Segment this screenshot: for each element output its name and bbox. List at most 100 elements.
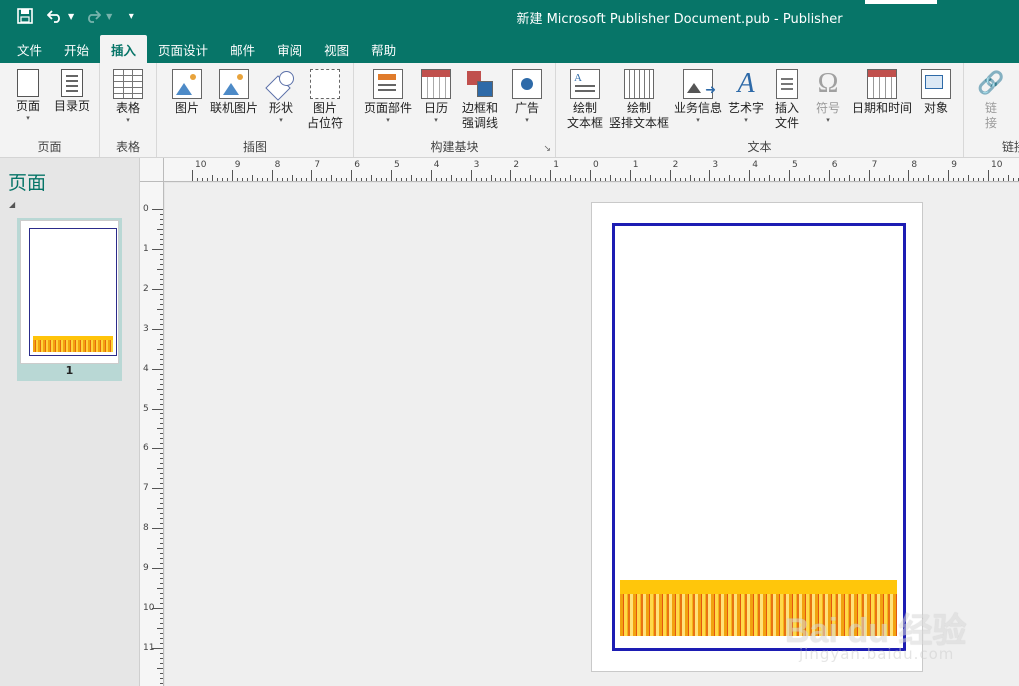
ruler-h-tick bbox=[570, 175, 572, 181]
tab-mailings[interactable]: 邮件 bbox=[219, 35, 266, 63]
page-thumbnail[interactable]: 1 bbox=[17, 218, 122, 381]
ruler-h-tick bbox=[266, 178, 268, 181]
table-button[interactable]: 表格 ▾ bbox=[110, 69, 146, 125]
page-button[interactable]: 页面 ▾ bbox=[10, 69, 46, 123]
ruler-h-label: 6 bbox=[354, 160, 360, 170]
ruler-h-tick bbox=[470, 170, 472, 181]
vertical-ruler[interactable]: 0 1 2 3 4 5 6 7 8 9 10 11 bbox=[140, 182, 164, 686]
ruler-v-label: 0 bbox=[143, 204, 149, 214]
building-blocks-launcher-icon[interactable]: ↘ bbox=[543, 144, 551, 154]
tab-insert[interactable]: 插入 bbox=[100, 35, 148, 63]
ruler-h-label: 9 bbox=[234, 160, 241, 170]
ruler-h-tick bbox=[774, 178, 776, 181]
calendar-button[interactable]: 日历 ▾ bbox=[418, 69, 454, 125]
ruler-h-tick bbox=[853, 178, 855, 181]
ruler-v-tick bbox=[160, 313, 163, 315]
borders-button[interactable]: 边框和 强调线 bbox=[456, 69, 504, 131]
ruler-v-tick bbox=[157, 268, 163, 270]
insert-file-icon bbox=[776, 69, 798, 99]
ruler-v-tick bbox=[152, 248, 163, 250]
ruler-v-tick bbox=[160, 632, 163, 634]
ruler-v-tick bbox=[152, 288, 163, 290]
ruler-h-tick bbox=[316, 178, 318, 181]
ruler-h-label: 4 bbox=[752, 160, 758, 170]
ruler-v-tick bbox=[152, 209, 163, 210]
tab-view[interactable]: 视图 bbox=[313, 35, 360, 63]
ruler-h-tick bbox=[231, 170, 233, 181]
ruler-h-tick bbox=[415, 178, 417, 181]
ruler-h-tick bbox=[873, 178, 875, 181]
page-parts-button[interactable]: 页面部件 ▾ bbox=[360, 69, 416, 125]
toc-button[interactable]: 目录页 bbox=[50, 69, 94, 114]
ruler-v-tick bbox=[160, 403, 163, 405]
ruler-h-tick bbox=[679, 178, 681, 181]
business-info-button[interactable]: 业务信息 ▾ bbox=[672, 69, 724, 125]
shapes-icon bbox=[266, 69, 296, 99]
ruler-h-tick bbox=[908, 170, 910, 181]
ruler-h-label: 5 bbox=[394, 160, 400, 170]
ruler-h-tick bbox=[585, 178, 587, 181]
online-picture-button[interactable]: 联机图片 bbox=[207, 69, 261, 116]
ruler-h-tick bbox=[599, 178, 601, 181]
tab-review[interactable]: 审阅 bbox=[266, 35, 313, 63]
tab-help[interactable]: 帮助 bbox=[360, 35, 407, 63]
omega-icon: Ω bbox=[817, 68, 839, 99]
ruler-h-tick bbox=[978, 178, 980, 181]
shapes-button[interactable]: 形状 ▾ bbox=[263, 69, 299, 125]
page-button-label: 页面 bbox=[15, 99, 40, 113]
ruler-v-tick bbox=[160, 598, 163, 600]
ruler-v-tick bbox=[160, 682, 163, 684]
draw-vertical-textbox-button[interactable]: 绘制 竖排文本框 bbox=[608, 69, 670, 131]
ruler-h-tick bbox=[734, 178, 736, 181]
ruler-v-tick bbox=[152, 328, 163, 330]
ruler-h-tick bbox=[455, 178, 457, 181]
draw-textbox-button[interactable]: 绘制 文本框 bbox=[564, 69, 606, 131]
ruler-v-tick bbox=[157, 468, 163, 470]
ad-button[interactable]: 广告 ▾ bbox=[508, 69, 546, 125]
ruler-h-tick bbox=[609, 175, 611, 181]
tab-file[interactable]: 文件 bbox=[6, 35, 53, 63]
ruler-h-tick bbox=[953, 178, 955, 181]
ruler-h-tick bbox=[614, 178, 616, 181]
tab-home[interactable]: 开始 bbox=[53, 35, 100, 63]
ruler-v-tick bbox=[160, 553, 163, 555]
link-label-1: 链 bbox=[984, 101, 997, 115]
draw-vtextbox-label-2: 竖排文本框 bbox=[608, 116, 669, 130]
title-account-box[interactable] bbox=[865, 0, 937, 4]
table-dropdown-icon: ▾ bbox=[126, 116, 130, 124]
ruler-v-tick bbox=[160, 662, 163, 664]
ruler-h-tick bbox=[798, 178, 800, 181]
ruler-v-tick bbox=[160, 493, 163, 495]
group-pages-label: 页面 bbox=[37, 140, 62, 154]
insert-file-button[interactable]: 插入 文件 bbox=[770, 69, 804, 131]
group-building-blocks: 页面部件 ▾ 日历 ▾ 边框和 强调线 广告 ▾ 构建基块 ↘ bbox=[354, 63, 556, 157]
business-info-label: 业务信息 bbox=[673, 101, 722, 115]
tab-page-design[interactable]: 页面设计 bbox=[147, 35, 219, 63]
ruler-corner[interactable] bbox=[140, 158, 164, 182]
ruler-v-tick bbox=[160, 622, 163, 624]
ruler-h-tick bbox=[664, 178, 666, 181]
ruler-h-tick bbox=[211, 175, 213, 181]
ruler-h-label: 3 bbox=[473, 160, 480, 170]
ruler-h-tick bbox=[948, 170, 950, 181]
picture-button[interactable]: 图片 bbox=[169, 69, 205, 116]
picture-placeholder-button[interactable]: 图片 占位符 bbox=[303, 69, 347, 131]
ruler-v-tick bbox=[160, 558, 163, 560]
ruler-h-tick bbox=[709, 170, 711, 181]
object-button[interactable]: 对象 bbox=[918, 69, 954, 116]
ruler-v-label: 8 bbox=[143, 523, 149, 534]
title-bar: ▼ ▼ ▾ 新建 Microsoft Publisher Document.pu… bbox=[0, 0, 1019, 33]
shapes-button-label: 形状 bbox=[268, 101, 293, 115]
document-workspace[interactable]: Bai du 经验 jingyan.baidu.com bbox=[165, 183, 1019, 686]
ruler-v-tick bbox=[160, 333, 163, 335]
wordart-button[interactable]: A 艺术字 ▾ bbox=[726, 69, 766, 125]
ruler-h-tick bbox=[644, 178, 646, 181]
horizontal-ruler[interactable]: 10 9 8 7 6 5 4 3 2 1 0 1 2 3 4 5 6 7 8 9 10 bbox=[164, 158, 1019, 182]
publication-page[interactable] bbox=[591, 202, 923, 672]
ruler-v-tick bbox=[160, 358, 163, 360]
ruler-v-label: 9 bbox=[143, 563, 149, 574]
collapse-triangle-icon[interactable]: ◢ bbox=[9, 200, 15, 209]
ruler-h-label: 8 bbox=[911, 160, 918, 170]
date-time-button[interactable]: 日期和时间 bbox=[850, 69, 914, 116]
borders-label-2: 强调线 bbox=[461, 116, 498, 130]
